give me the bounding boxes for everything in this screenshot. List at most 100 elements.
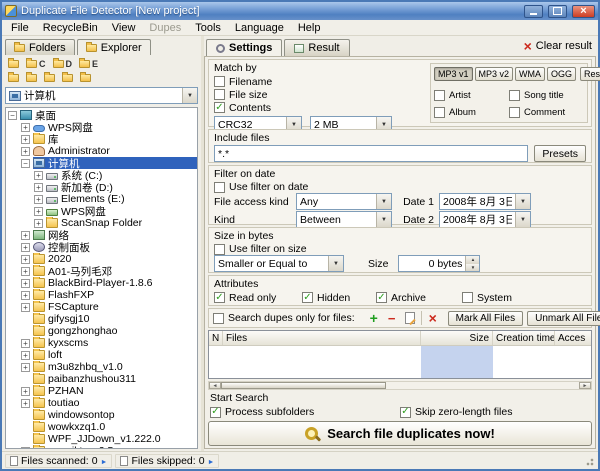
date2-picker[interactable]: 2008年 8月 3日 bbox=[439, 211, 531, 228]
include-pattern-input[interactable] bbox=[214, 145, 529, 162]
tree-expander-icon[interactable] bbox=[34, 170, 43, 180]
tree-expander-icon[interactable] bbox=[21, 134, 30, 144]
column-header-creation-time[interactable]: Creation time bbox=[493, 331, 555, 345]
tree-item[interactable]: PZHAN bbox=[6, 385, 197, 397]
album-checkbox-row[interactable]: Album bbox=[434, 106, 509, 118]
menu-file[interactable]: File bbox=[4, 20, 36, 35]
spin-up-icon[interactable] bbox=[466, 256, 480, 264]
skip-zero-checkbox[interactable] bbox=[400, 406, 411, 418]
menu-language[interactable]: Language bbox=[228, 20, 291, 35]
search-duplicates-button[interactable]: Search file duplicates now! bbox=[208, 421, 592, 446]
tree-item[interactable]: BlackBird-Player-1.8.6 bbox=[6, 277, 197, 289]
date1-picker[interactable]: 2008年 8月 3日 bbox=[439, 193, 531, 210]
tree-item[interactable]: toutiao bbox=[6, 397, 197, 409]
tree-item[interactable]: 系统 (C:) bbox=[6, 169, 197, 181]
tree-expander-icon[interactable] bbox=[21, 122, 30, 132]
folder-shortcut-button[interactable] bbox=[78, 71, 93, 84]
files-table[interactable]: N Files Size Creation time Acces bbox=[208, 330, 592, 379]
calendar-dropdown-icon[interactable] bbox=[515, 212, 530, 227]
drive-d-button[interactable]: D bbox=[51, 57, 75, 70]
tree-expander-icon[interactable] bbox=[21, 302, 30, 312]
archive-checkbox-row[interactable]: Archive bbox=[376, 291, 462, 304]
close-button[interactable] bbox=[572, 4, 595, 18]
column-header-n[interactable]: N bbox=[209, 331, 223, 345]
song-title-checkbox-row[interactable]: Song title bbox=[509, 89, 584, 101]
tree-expander-icon[interactable] bbox=[21, 290, 30, 300]
add-file-button[interactable] bbox=[367, 311, 381, 325]
column-header-size[interactable]: Size bbox=[421, 331, 493, 345]
folder-shortcut-button[interactable] bbox=[24, 71, 39, 84]
scroll-left-icon[interactable] bbox=[209, 382, 221, 389]
chevron-down-icon[interactable] bbox=[376, 194, 391, 209]
tree-expander-icon[interactable] bbox=[8, 110, 17, 120]
scrollbar-thumb[interactable] bbox=[221, 382, 386, 389]
contents-checkbox[interactable] bbox=[214, 102, 225, 113]
tree-expander-icon[interactable] bbox=[21, 350, 30, 360]
tree-item[interactable]: 控制面板 bbox=[6, 241, 197, 253]
tree-expander-icon[interactable] bbox=[21, 386, 30, 396]
menu-dupes[interactable]: Dupes bbox=[142, 20, 188, 35]
tree-item[interactable]: 库 bbox=[6, 133, 197, 145]
scrollbar-track[interactable] bbox=[221, 382, 579, 389]
column-header-files[interactable]: Files bbox=[223, 331, 421, 345]
reset-button[interactable]: Reset bbox=[580, 67, 600, 81]
tree-expander-icon[interactable] bbox=[34, 194, 43, 204]
wma-button[interactable]: WMA bbox=[515, 67, 546, 81]
tree-item[interactable]: ScanSnap Folder bbox=[6, 217, 197, 229]
tree-item[interactable]: Elements (E:) bbox=[6, 193, 197, 205]
minimize-button[interactable] bbox=[524, 4, 543, 18]
process-subfolders-checkbox[interactable] bbox=[210, 406, 221, 418]
menu-recyclebin[interactable]: RecycleBin bbox=[36, 20, 105, 35]
menu-view[interactable]: View bbox=[105, 20, 143, 35]
tab-folders[interactable]: Folders bbox=[5, 39, 75, 55]
tree-expander-icon[interactable] bbox=[21, 254, 30, 264]
menu-help[interactable]: Help bbox=[291, 20, 328, 35]
tree-item[interactable]: 2020 bbox=[6, 253, 197, 265]
spin-down-icon[interactable] bbox=[466, 263, 480, 271]
mark-all-files-button[interactable]: Mark All Files bbox=[447, 310, 524, 326]
tree-item[interactable]: windowsontop bbox=[6, 409, 197, 421]
tree-item[interactable]: m3u8zhbq_v1.0 bbox=[6, 361, 197, 373]
tree-item[interactable]: 桌面 bbox=[6, 109, 197, 121]
archive-checkbox[interactable] bbox=[376, 292, 387, 303]
process-subfolders-row[interactable]: Process subfolders bbox=[210, 406, 314, 419]
files-table-body[interactable] bbox=[209, 346, 591, 378]
mp3v2-button[interactable]: MP3 v2 bbox=[474, 67, 514, 81]
tree-expander-icon[interactable] bbox=[21, 338, 30, 348]
dupes-only-checkbox[interactable] bbox=[213, 312, 224, 324]
dupes-only-checkbox-row[interactable]: Search dupes only for files: bbox=[213, 312, 355, 325]
folder-shortcut-button[interactable] bbox=[42, 71, 57, 84]
chevron-down-icon[interactable] bbox=[376, 212, 391, 227]
tree-item[interactable]: gifysgj10 bbox=[6, 313, 197, 325]
tree-item[interactable]: kyxscms bbox=[6, 337, 197, 349]
use-date-filter-row[interactable]: Use filter on date bbox=[214, 181, 586, 193]
tree-expander-icon[interactable] bbox=[34, 218, 43, 228]
menu-tools[interactable]: Tools bbox=[188, 20, 228, 35]
readonly-checkbox[interactable] bbox=[214, 292, 225, 303]
remove-file-button[interactable] bbox=[385, 311, 399, 325]
presets-button[interactable]: Presets bbox=[534, 145, 586, 162]
tree-expander-icon[interactable] bbox=[21, 266, 30, 276]
chevron-down-icon[interactable] bbox=[328, 256, 343, 271]
tree-expander-icon[interactable] bbox=[34, 206, 43, 216]
resize-grip[interactable] bbox=[583, 454, 595, 467]
tree-expander-icon[interactable] bbox=[21, 158, 30, 168]
ogg-button[interactable]: OGG bbox=[547, 67, 577, 81]
readonly-checkbox-row[interactable]: Read only bbox=[214, 291, 302, 304]
tree-item[interactable]: 计算机 bbox=[6, 157, 197, 169]
use-size-filter-row[interactable]: Use filter on size bbox=[214, 243, 586, 255]
clear-result-button[interactable]: Clear result bbox=[524, 38, 592, 54]
system-checkbox[interactable] bbox=[462, 292, 473, 303]
scroll-right-icon[interactable] bbox=[579, 382, 591, 389]
drive-e-button[interactable]: E bbox=[77, 57, 100, 70]
tree-expander-icon[interactable] bbox=[21, 242, 30, 252]
tree-item[interactable]: 网络 bbox=[6, 229, 197, 241]
access-kind-combo[interactable]: Any bbox=[296, 193, 392, 210]
skip-zero-row[interactable]: Skip zero-length files bbox=[400, 406, 512, 419]
column-header-access[interactable]: Acces bbox=[555, 331, 591, 345]
song-title-checkbox[interactable] bbox=[509, 89, 520, 101]
up-folder-button[interactable] bbox=[6, 57, 21, 70]
tree-item[interactable]: WPS网盘 bbox=[6, 205, 197, 217]
tree-item[interactable]: 新加卷 (D:) bbox=[6, 181, 197, 193]
comment-checkbox-row[interactable]: Comment bbox=[509, 106, 584, 118]
